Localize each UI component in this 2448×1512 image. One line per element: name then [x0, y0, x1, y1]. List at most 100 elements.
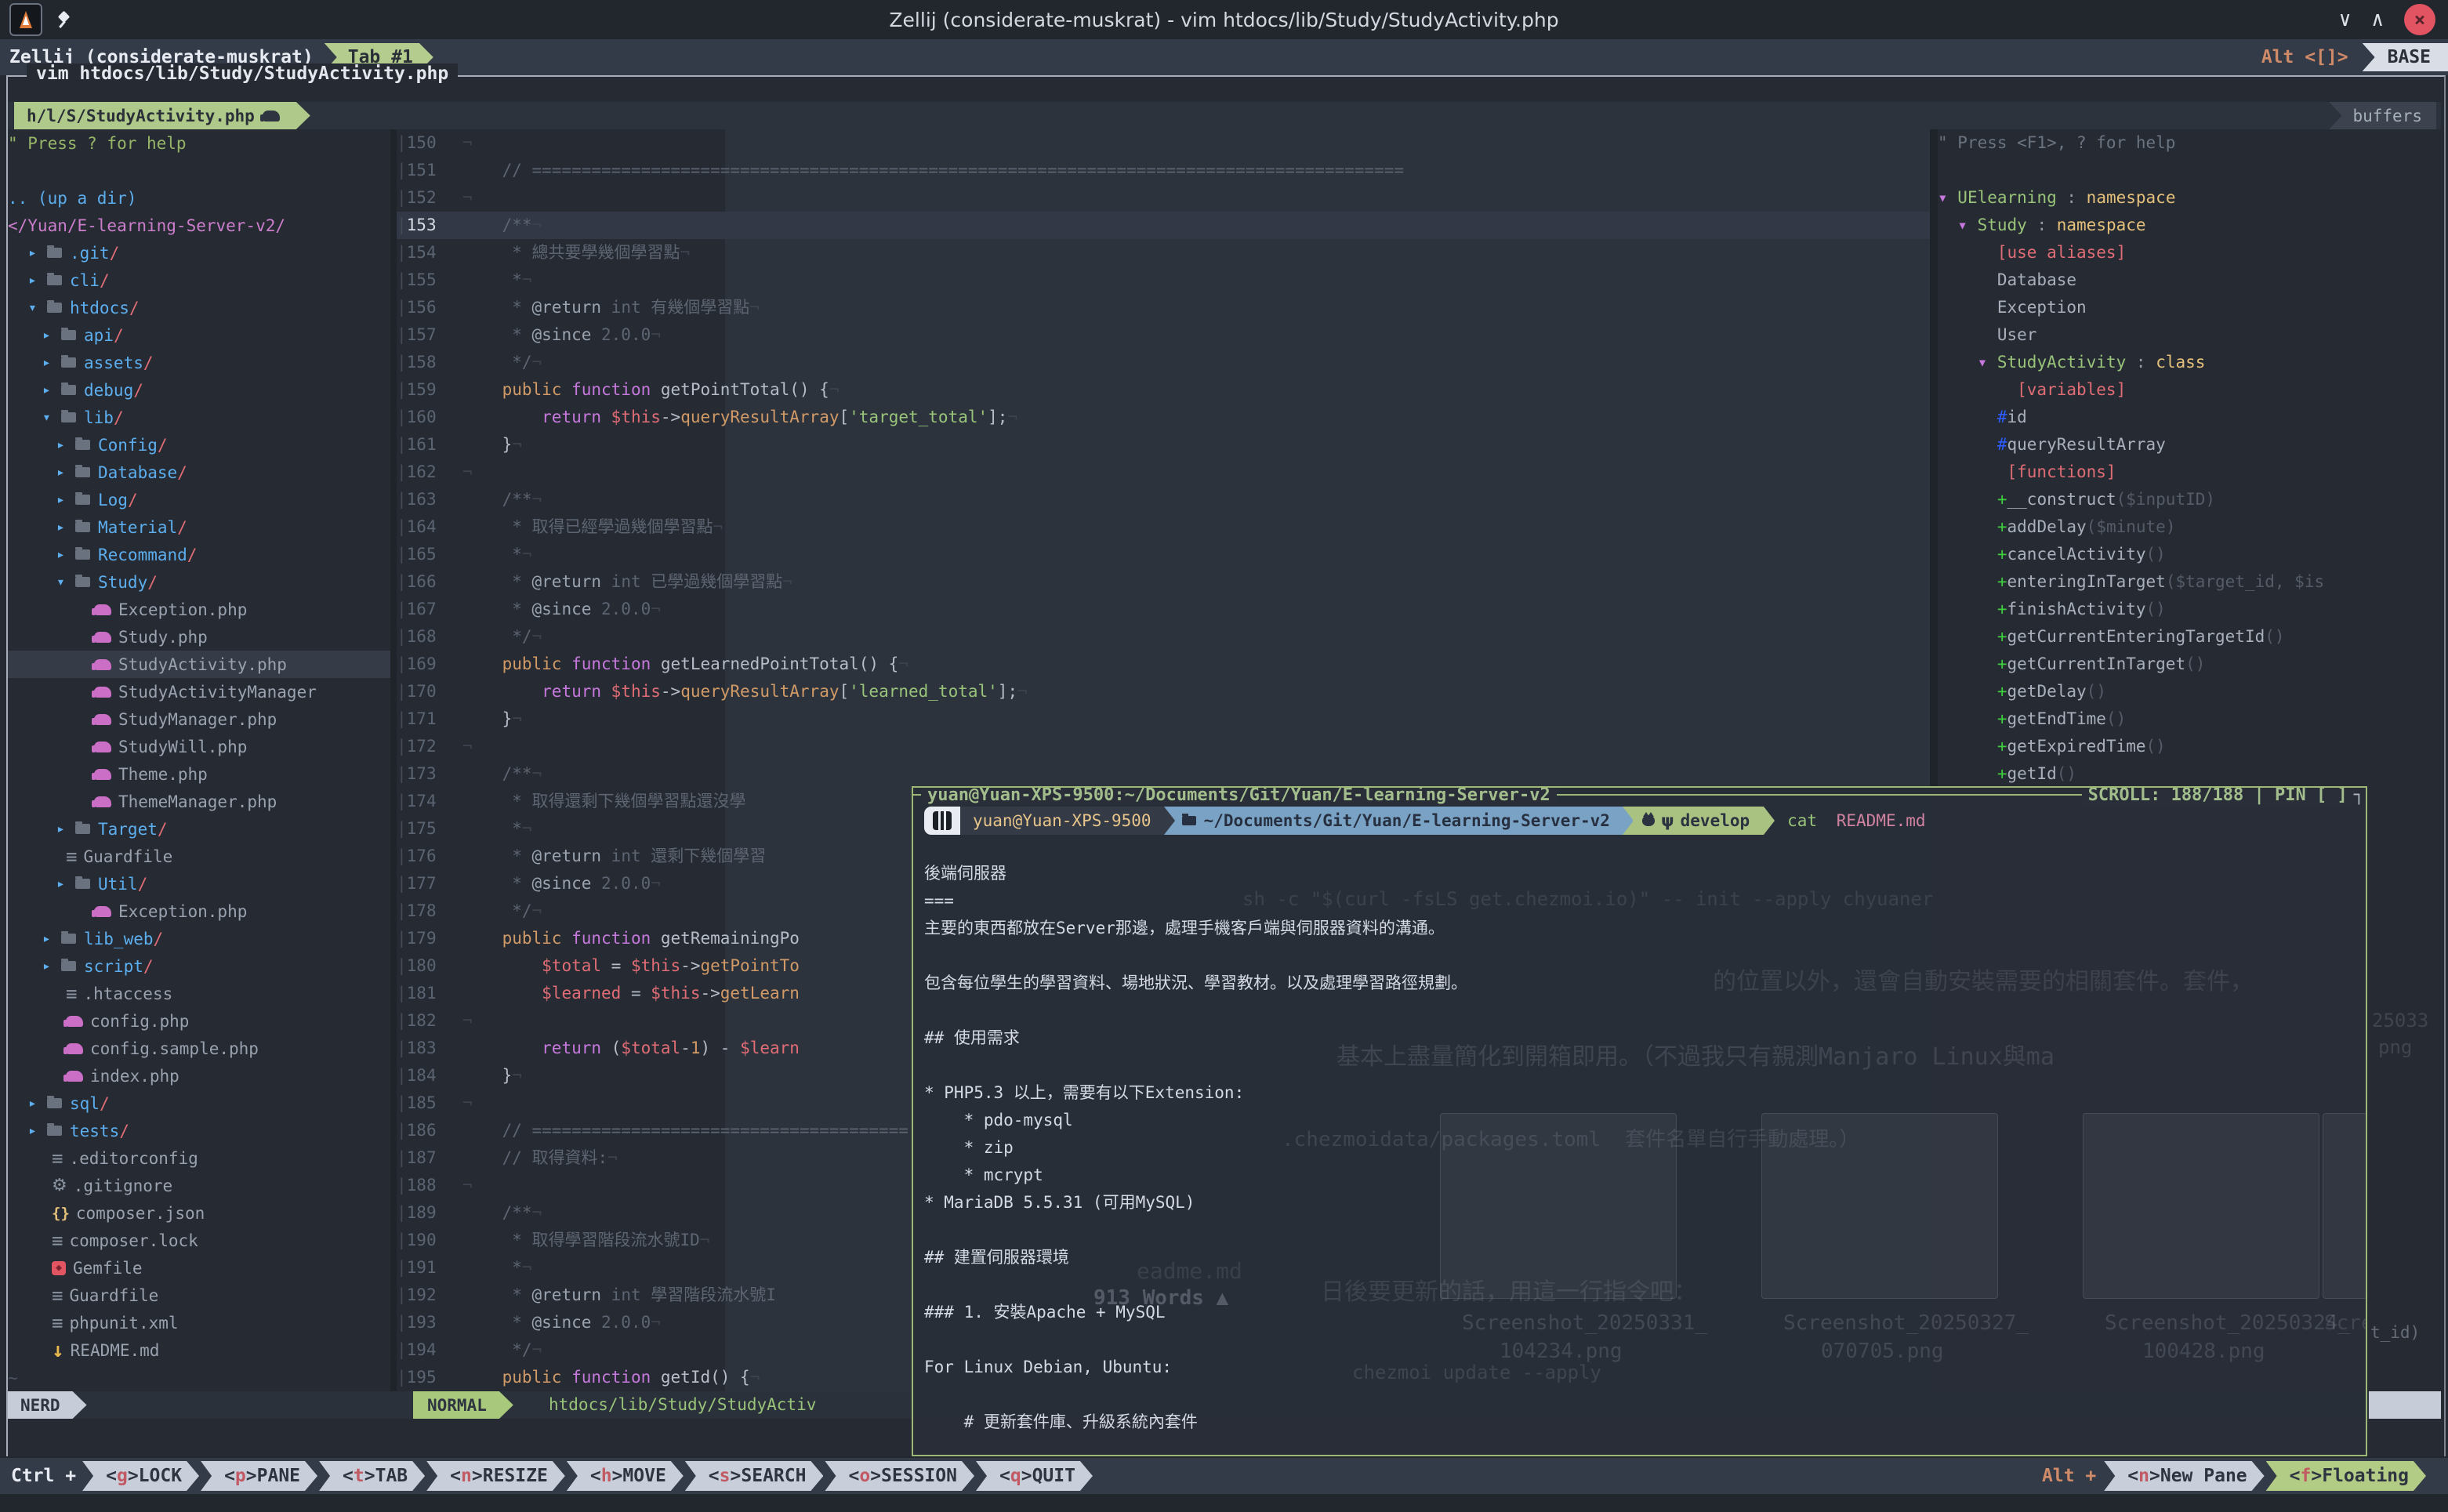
tree-folder-lib_web[interactable]: ▸lib_web/	[8, 925, 397, 952]
tagbar-row[interactable]: ▾ Study : namespace	[1938, 212, 2447, 239]
pane-title[interactable]: vim htdocs/lib/Study/StudyActivity.php	[27, 63, 458, 84]
tree-item[interactable]: ≡.htaccess	[8, 980, 397, 1007]
tree-folder-cli[interactable]: ▸cli/	[8, 267, 397, 294]
chevron-down-icon[interactable]: ▾	[28, 299, 45, 316]
keybind-quit[interactable]: <q> QUIT	[976, 1461, 1093, 1491]
tree-item[interactable]: </Yuan/E-learning-Server-v2/	[8, 212, 397, 239]
chevron-right-icon[interactable]: ▸	[56, 821, 74, 837]
tree-folder-Recommand[interactable]: ▸Recommand/	[8, 541, 397, 568]
tree-folder-Material[interactable]: ▸Material/	[8, 513, 397, 541]
tagbar-row[interactable]: [variables]	[1938, 376, 2447, 404]
tree-item[interactable]: Exception.php	[8, 897, 397, 925]
tagbar-row[interactable]: " Press <F1>, ? for help	[1938, 129, 2447, 157]
tree-item[interactable]: ≡phpunit.xml	[8, 1309, 397, 1336]
minimize-icon[interactable]: ∨	[2339, 9, 2352, 30]
tagbar-row[interactable]: +getCurrentEnteringTargetId()	[1938, 623, 2447, 651]
tagbar-row[interactable]: Database	[1938, 267, 2447, 294]
tree-folder-sql[interactable]: ▸sql/	[8, 1090, 397, 1117]
tree-item[interactable]: Theme.php	[8, 760, 397, 788]
keybind-tab[interactable]: <t> TAB	[319, 1461, 425, 1491]
tree-item[interactable]: StudyManager.php	[8, 705, 397, 733]
chevron-right-icon[interactable]: ▸	[42, 327, 60, 343]
tree-item[interactable]: config.sample.php	[8, 1035, 397, 1062]
tagbar-row[interactable]: +getDelay()	[1938, 678, 2447, 705]
tree-folder-Config[interactable]: ▸Config/	[8, 431, 397, 459]
tree-item[interactable]: ◆Gemfile	[8, 1254, 397, 1282]
tree-item[interactable]: StudyActivity.php	[8, 651, 397, 678]
chevron-right-icon[interactable]: ▸	[28, 1122, 45, 1139]
tree-item[interactable]: .. (up a dir)	[8, 184, 397, 212]
tagbar-row[interactable]: ▾ UElearning : namespace	[1938, 184, 2447, 212]
keybind-resize[interactable]: <n> RESIZE	[426, 1461, 565, 1491]
tree-folder-assets[interactable]: ▸assets/	[8, 349, 397, 376]
tree-folder-debug[interactable]: ▸debug/	[8, 376, 397, 404]
tagbar-row[interactable]: [functions]	[1938, 459, 2447, 486]
tree-item[interactable]: StudyActivityManager	[8, 678, 397, 705]
tree-folder-lib[interactable]: ▾lib/	[8, 404, 397, 431]
chevron-right-icon[interactable]: ▸	[28, 245, 45, 261]
close-button[interactable]: ×	[2404, 4, 2435, 35]
chevron-right-icon[interactable]: ▸	[42, 354, 60, 371]
tree-item[interactable]: ≡.editorconfig	[8, 1144, 397, 1172]
tree-item[interactable]: ≡Guardfile	[8, 843, 397, 870]
tree-folder-tests[interactable]: ▸tests/	[8, 1117, 397, 1144]
tagbar-row[interactable]: Exception	[1938, 294, 2447, 321]
tree-folder-api[interactable]: ▸api/	[8, 321, 397, 349]
keybind-session[interactable]: <o> SESSION	[825, 1461, 974, 1491]
keybind-move[interactable]: <h> MOVE	[567, 1461, 684, 1491]
keybind-pane[interactable]: <p> PANE	[201, 1461, 317, 1491]
tree-item[interactable]: ⚙.gitignore	[8, 1172, 397, 1199]
tagbar-row[interactable]: +__construct($inputID)	[1938, 486, 2447, 513]
chevron-right-icon[interactable]: ▸	[56, 876, 74, 892]
tagbar-row[interactable]: +getId()	[1938, 760, 2447, 788]
keybind-floating[interactable]: <f> Floating	[2266, 1461, 2426, 1491]
chevron-right-icon[interactable]: ▸	[56, 519, 74, 535]
buffer-tab-active[interactable]: h/l/S/StudyActivity.php	[14, 102, 310, 129]
tagbar-row[interactable]: #id	[1938, 404, 2447, 431]
chevron-right-icon[interactable]: ▸	[42, 958, 60, 974]
tree-folder-Log[interactable]: ▸Log/	[8, 486, 397, 513]
tree-folder-Target[interactable]: ▸Target/	[8, 815, 397, 843]
chevron-right-icon[interactable]: ▸	[42, 930, 60, 947]
split-divider-left[interactable]	[390, 129, 397, 1391]
tree-folder-Study[interactable]: ▾Study/	[8, 568, 397, 596]
tree-item[interactable]: {}composer.json	[8, 1199, 397, 1227]
tagbar-row[interactable]: +addDelay($minute)	[1938, 513, 2447, 541]
maximize-icon[interactable]: ∧	[2371, 9, 2384, 30]
chevron-down-icon[interactable]: ▾	[42, 409, 60, 426]
tree-item[interactable]: ThemeManager.php	[8, 788, 397, 815]
tagbar-row[interactable]: #queryResultArray	[1938, 431, 2447, 459]
chevron-right-icon[interactable]: ▸	[56, 464, 74, 480]
keybind-new-pane[interactable]: <n> New Pane	[2104, 1461, 2264, 1491]
tree-folder-.git[interactable]: ▸.git/	[8, 239, 397, 267]
tree-item[interactable]: ≡composer.lock	[8, 1227, 397, 1254]
tagbar-row[interactable]: +enteringInTarget($target_id, $is	[1938, 568, 2447, 596]
chevron-right-icon[interactable]: ▸	[28, 272, 45, 288]
tree-item[interactable]: config.php	[8, 1007, 397, 1035]
tree-folder-htdocs[interactable]: ▾htdocs/	[8, 294, 397, 321]
tree-item[interactable]: " Press ? for help	[8, 129, 397, 157]
floating-terminal-pane[interactable]: yuan@Yuan-XPS-9500:~/Documents/Git/Yuan/…	[912, 786, 2367, 1456]
tree-item[interactable]: StudyWill.php	[8, 733, 397, 760]
chevron-right-icon[interactable]: ▸	[42, 382, 60, 398]
tree-item[interactable]: ↓README.md	[8, 1336, 397, 1364]
tagbar-row[interactable]: ▾ StudyActivity : class	[1938, 349, 2447, 376]
tree-item[interactable]: Study.php	[8, 623, 397, 651]
tree-folder-Database[interactable]: ▸Database/	[8, 459, 397, 486]
floating-pane-titlebar[interactable]: yuan@Yuan-XPS-9500:~/Documents/Git/Yuan/…	[913, 786, 2366, 803]
chevron-right-icon[interactable]: ▸	[56, 491, 74, 508]
tagbar-row[interactable]: [use aliases]	[1938, 239, 2447, 267]
tagbar-row[interactable]: +cancelActivity()	[1938, 541, 2447, 568]
tagbar-row[interactable]: +getExpiredTime()	[1938, 733, 2447, 760]
chevron-down-icon[interactable]: ▾	[56, 574, 74, 590]
chevron-right-icon[interactable]: ▸	[56, 546, 74, 563]
tree-item[interactable]: ≡Guardfile	[8, 1282, 397, 1309]
tree-folder-script[interactable]: ▸script/	[8, 952, 397, 980]
chevron-right-icon[interactable]: ▸	[56, 437, 74, 453]
tree-item[interactable]: Exception.php	[8, 596, 397, 623]
keybind-lock[interactable]: <g> LOCK	[82, 1461, 199, 1491]
tagbar-row[interactable]: +getCurrentInTarget()	[1938, 651, 2447, 678]
chevron-right-icon[interactable]: ▸	[28, 1095, 45, 1111]
tagbar-row[interactable]: +finishActivity()	[1938, 596, 2447, 623]
tagbar-row[interactable]: User	[1938, 321, 2447, 349]
